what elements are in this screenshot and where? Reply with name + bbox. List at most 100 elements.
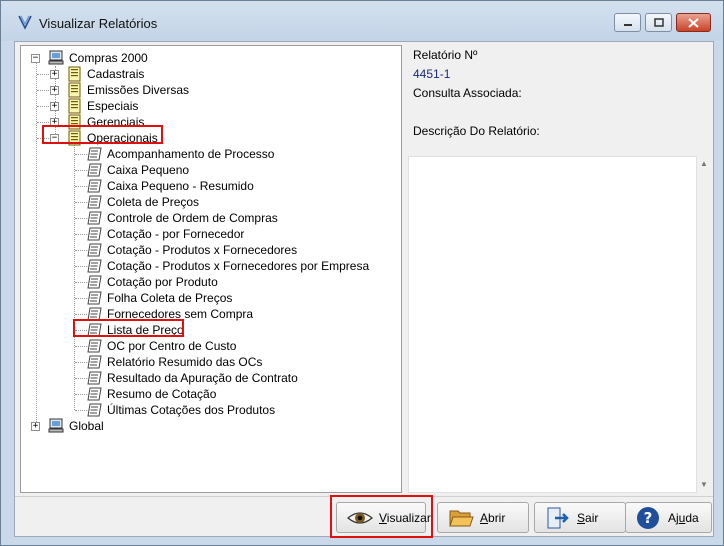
tree-node-category[interactable]: + Cadastrais: [21, 66, 401, 82]
tree-guide-line: [37, 122, 49, 123]
tree-node-report[interactable]: Resumo de Cotação: [21, 386, 401, 402]
computer-icon: [48, 50, 64, 65]
highlight-box-operacionais: [42, 125, 163, 144]
tree-guide-line: [75, 410, 87, 411]
tree-node-report[interactable]: Coleta de Preços: [21, 194, 401, 210]
scroll-down-icon[interactable]: ▼: [700, 480, 708, 489]
tree-node-label: Resultado da Apuração de Contrato: [107, 371, 298, 385]
query-label: Consulta Associada:: [413, 86, 522, 100]
report-document-icon: [87, 259, 102, 273]
open-folder-icon: [449, 510, 474, 527]
tree-node-report[interactable]: Caixa Pequeno: [21, 162, 401, 178]
tree-node-report[interactable]: Cotação - Produtos x Fornecedores por Em…: [21, 258, 401, 274]
report-tree[interactable]: − Compras 2000 + Cadastrais + Emissões Dive…: [20, 45, 402, 493]
ajuda-label: Ajuda: [668, 511, 699, 525]
tree-node-report[interactable]: Folha Coleta de Preços: [21, 290, 401, 306]
tree-guide-line: [75, 346, 87, 347]
collapse-toggle[interactable]: −: [31, 54, 40, 63]
tree-guide-line: [75, 298, 87, 299]
tree-node-label: OC por Centro de Custo: [107, 339, 237, 353]
report-folder-icon: [68, 82, 81, 98]
maximize-button[interactable]: [645, 13, 672, 32]
close-button[interactable]: [676, 13, 711, 32]
report-number-label: Relatório Nº: [413, 48, 478, 62]
title-bar[interactable]: Visualizar Relatórios: [1, 1, 723, 41]
tree-node-label: Folha Coleta de Preços: [107, 291, 233, 305]
tree-node-report[interactable]: Cotação por Produto: [21, 274, 401, 290]
tree-guide-line: [75, 234, 87, 235]
tree-node-label: Últimas Cotações dos Produtos: [107, 403, 276, 417]
window-title: Visualizar Relatórios: [39, 16, 158, 31]
tree-node-report[interactable]: OC por Centro de Custo: [21, 338, 401, 354]
tree-guide-line: [75, 202, 87, 203]
highlight-box-lista-de-preco: [73, 319, 184, 337]
tree-node-report[interactable]: Cotação - Produtos x Fornecedores: [21, 242, 401, 258]
tree-node-label: Especiais: [87, 99, 139, 113]
sair-button[interactable]: Sair: [534, 502, 626, 533]
tree-guide-line: [75, 218, 87, 219]
report-details-panel: Relatório Nº 4451-1 Consulta Associada: …: [406, 45, 712, 493]
tree-node-report[interactable]: Cotação - por Fornecedor: [21, 226, 401, 242]
report-document-icon: [87, 387, 102, 401]
tree-node-label: Acompanhamento de Processo: [107, 147, 275, 161]
abrir-button[interactable]: Abrir: [437, 502, 529, 533]
tree-guide-line: [75, 266, 87, 267]
tree-node-label: Cotação - Produtos x Fornecedores: [107, 243, 298, 257]
button-bar: Visualizar Abrir Sair ? Ajuda: [15, 495, 713, 538]
description-scrollbar[interactable]: ▲ ▼: [697, 156, 712, 493]
report-document-icon: [87, 227, 102, 241]
tree-node-report[interactable]: Acompanhamento de Processo: [21, 146, 401, 162]
report-folder-icon: [68, 66, 81, 82]
tree-node-label: Caixa Pequeno: [107, 163, 190, 177]
tree-node-report[interactable]: Últimas Cotações dos Produtos: [21, 402, 401, 418]
tree-guide-line: [75, 186, 87, 187]
tree-node-report[interactable]: Relatório Resumido das OCs: [21, 354, 401, 370]
tree-node-report[interactable]: Controle de Ordem de Compras: [21, 210, 401, 226]
report-document-icon: [87, 147, 102, 161]
tree-guide-line: [75, 170, 87, 171]
report-document-icon: [87, 275, 102, 289]
sair-label: Sair: [577, 511, 599, 525]
report-document-icon: [87, 195, 102, 209]
report-document-icon: [87, 243, 102, 257]
tree-node-root[interactable]: − Compras 2000: [21, 50, 401, 66]
expand-toggle[interactable]: +: [50, 102, 59, 111]
exit-door-icon: [547, 507, 569, 529]
report-document-icon: [87, 211, 102, 225]
tree-guide-line: [75, 314, 87, 315]
tree-node-report[interactable]: Resultado da Apuração de Contrato: [21, 370, 401, 386]
maximize-icon: [653, 18, 664, 27]
description-textarea[interactable]: [408, 156, 697, 493]
minimize-button[interactable]: [614, 13, 641, 32]
tree-guide-line: [37, 106, 49, 107]
tree-node-label: Caixa Pequeno - Resumido: [107, 179, 254, 193]
abrir-label: Abrir: [480, 511, 506, 525]
tree-node-label: Resumo de Cotação: [107, 387, 217, 401]
tree-guide-line: [75, 362, 87, 363]
report-document-icon: [87, 355, 102, 369]
expand-toggle[interactable]: +: [50, 86, 59, 95]
tree-node-label: Emissões Diversas: [87, 83, 190, 97]
report-viewer-window: Visualizar Relatórios − Compras 2000 + C…: [0, 0, 724, 546]
report-document-icon: [87, 371, 102, 385]
expand-toggle[interactable]: +: [50, 70, 59, 79]
tree-node-label: Cadastrais: [87, 67, 145, 81]
report-document-icon: [87, 403, 102, 417]
tree-guide-line: [75, 282, 87, 283]
tree-guide-line: [75, 154, 87, 155]
tree-guide-line: [75, 378, 87, 379]
minimize-icon: [623, 23, 632, 26]
tree-node-category[interactable]: + Especiais: [21, 98, 401, 114]
scroll-up-icon[interactable]: ▲: [700, 159, 708, 168]
tree-node-global[interactable]: + Global: [21, 418, 401, 434]
tree-node-label: Cotação - por Fornecedor: [107, 227, 245, 241]
tree-guide-line: [37, 74, 49, 75]
svg-text:?: ?: [644, 509, 653, 527]
expand-toggle[interactable]: +: [31, 422, 40, 431]
report-document-icon: [87, 291, 102, 305]
tree-node-category[interactable]: + Emissões Diversas: [21, 82, 401, 98]
tree-node-label: Cotação por Produto: [107, 275, 218, 289]
client-area: − Compras 2000 + Cadastrais + Emissões Dive…: [14, 41, 714, 538]
tree-node-report[interactable]: Caixa Pequeno - Resumido: [21, 178, 401, 194]
ajuda-button[interactable]: ? Ajuda: [625, 502, 712, 533]
